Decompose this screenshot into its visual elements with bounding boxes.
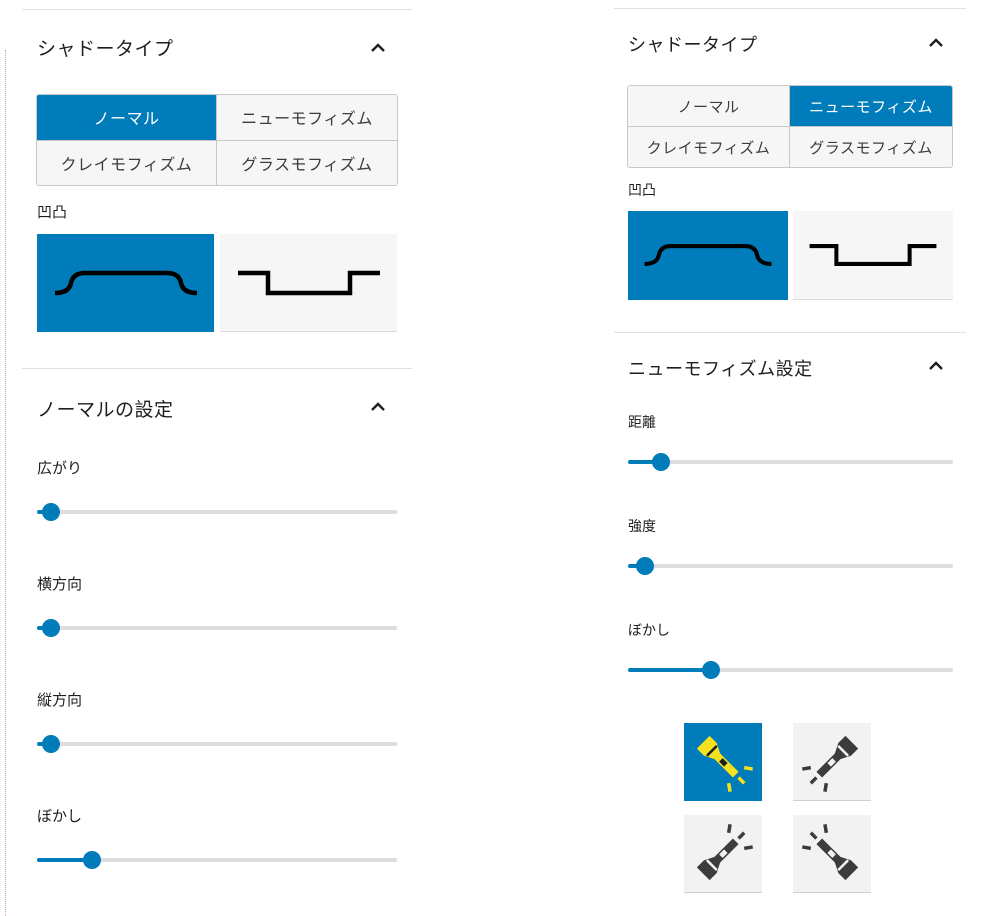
shadow-type-option-normal[interactable]: ノーマル <box>628 86 790 127</box>
shadow-type-option-claymorphism[interactable]: クレイモフィズム <box>37 140 217 185</box>
convex-profile-icon <box>644 244 772 266</box>
light-direction-top-left-button[interactable] <box>684 723 762 801</box>
distance-label: 距離 <box>628 415 656 431</box>
horizontal-offset-slider[interactable] <box>37 618 397 638</box>
section-divider <box>22 368 412 369</box>
slider-thumb[interactable] <box>42 619 61 637</box>
normal-settings-title: ノーマルの設定 <box>37 399 174 421</box>
flashlight-bottom-left-icon <box>696 823 753 880</box>
collapse-shadow-type-button[interactable] <box>925 32 947 54</box>
chevron-up-icon <box>371 43 385 52</box>
section-divider <box>614 8 966 9</box>
shadow-type-option-normal[interactable]: ノーマル <box>37 95 217 141</box>
flashlight-top-left-icon <box>696 735 753 792</box>
flashlight-top-right-icon <box>802 735 859 792</box>
slider-track <box>37 626 397 630</box>
light-direction-top-right-button[interactable] <box>793 723 871 801</box>
vertical-offset-slider[interactable] <box>37 734 397 754</box>
section-divider <box>614 332 966 333</box>
profile-option-concave[interactable] <box>220 234 397 332</box>
slider-track <box>628 460 953 464</box>
shadow-type-option-neumorphism[interactable]: ニューモフィズム <box>790 86 952 127</box>
section-divider <box>22 9 412 10</box>
horizontal-offset-label: 横方向 <box>37 575 83 593</box>
slider-thumb[interactable] <box>42 503 61 521</box>
slider-track <box>628 564 953 568</box>
slider-thumb[interactable] <box>83 851 102 869</box>
flashlight-bottom-right-icon <box>802 823 859 880</box>
neumorphism-settings-title: ニューモフィズム設定 <box>628 359 813 380</box>
collapse-normal-settings-button[interactable] <box>367 396 389 418</box>
chevron-up-icon <box>929 361 943 370</box>
blur-label: ぼかし <box>37 807 83 825</box>
shadow-type-option-claymorphism[interactable]: クレイモフィズム <box>628 127 790 167</box>
profile-option-convex[interactable] <box>37 234 214 332</box>
shadow-type-option-glassmorphism[interactable]: グラスモフィズム <box>790 127 952 167</box>
vertical-offset-label: 縦方向 <box>37 691 83 709</box>
shadow-type-option-glassmorphism[interactable]: グラスモフィズム <box>217 140 397 185</box>
shadow-type-segmented: ノーマル ニューモフィズム クレイモフィズム グラスモフィズム <box>628 86 952 167</box>
slider-thumb[interactable] <box>701 661 720 679</box>
slider-thumb[interactable] <box>652 453 671 471</box>
profile-option-concave[interactable] <box>793 211 953 300</box>
profile-option-convex[interactable] <box>628 211 788 300</box>
profile-label: 凹凸 <box>37 203 68 221</box>
collapse-shadow-type-button[interactable] <box>367 37 389 59</box>
shadow-type-option-neumorphism[interactable]: ニューモフィズム <box>217 95 397 141</box>
slider-thumb[interactable] <box>635 557 654 575</box>
spread-slider[interactable] <box>37 502 397 522</box>
blur-label: ぼかし <box>628 623 670 639</box>
light-direction-bottom-left-button[interactable] <box>684 815 762 893</box>
chevron-up-icon <box>371 402 385 411</box>
profile-label: 凹凸 <box>628 183 656 199</box>
blur-slider[interactable] <box>628 660 953 680</box>
page-edge-guide <box>5 50 6 916</box>
slider-fill <box>628 668 711 672</box>
slider-thumb[interactable] <box>42 735 61 753</box>
slider-track <box>37 510 397 514</box>
light-direction-bottom-right-button[interactable] <box>793 815 871 893</box>
chevron-up-icon <box>929 38 943 47</box>
collapse-neumorphism-settings-button[interactable] <box>925 355 947 377</box>
convex-profile-icon <box>54 270 197 295</box>
distance-slider[interactable] <box>628 452 953 472</box>
concave-profile-icon <box>809 244 937 266</box>
intensity-slider[interactable] <box>628 556 953 576</box>
concave-profile-icon <box>237 270 380 295</box>
slider-track <box>37 742 397 746</box>
shadow-type-title: シャドータイプ <box>628 35 758 56</box>
shadow-type-title: シャドータイプ <box>37 38 174 60</box>
spread-label: 広がり <box>37 459 83 477</box>
blur-slider[interactable] <box>37 850 397 870</box>
intensity-label: 強度 <box>628 519 656 535</box>
shadow-type-segmented: ノーマル ニューモフィズム クレイモフィズム グラスモフィズム <box>37 95 397 185</box>
